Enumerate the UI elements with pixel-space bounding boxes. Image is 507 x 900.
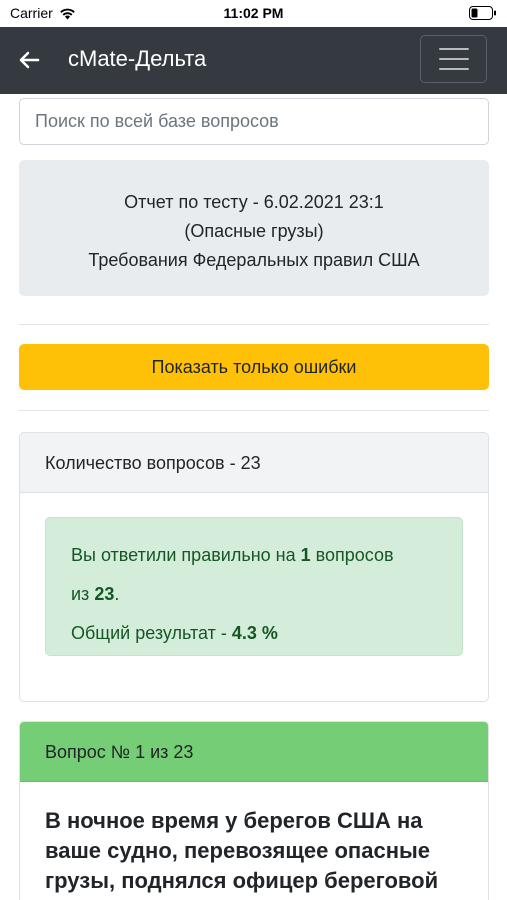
- search-input[interactable]: [19, 98, 489, 145]
- correct-count: 1: [300, 545, 311, 565]
- question-card: Вопрос № 1 из 23 В ночное время у берего…: [19, 721, 489, 900]
- result-alert: Вы ответили правильно на 1 вопросов из 2…: [45, 517, 463, 656]
- report-category: (Опасные грузы): [184, 221, 324, 241]
- question-text: В ночное время у берегов США на ваше суд…: [45, 808, 439, 893]
- battery-icon: [469, 6, 497, 23]
- report-summary-box: Отчет по тесту - 6.02.2021 23:1 (Опасные…: [19, 160, 489, 296]
- clock: 11:02 PM: [223, 5, 284, 21]
- hamburger-menu-button[interactable]: [420, 35, 487, 83]
- menu-line-icon: [438, 48, 469, 50]
- navbar: cMate-Дельта: [0, 27, 507, 94]
- back-arrow-icon[interactable]: [18, 49, 40, 71]
- report-title: Отчет по тесту - 6.02.2021 23:1: [124, 192, 384, 212]
- overall-result-value: 4.3 %: [231, 623, 278, 643]
- status-bar: Carrier 11:02 PM: [0, 0, 507, 27]
- show-errors-only-button[interactable]: Показать только ошибки: [19, 344, 489, 390]
- report-subcategory: Требования Федеральных правил США: [88, 250, 420, 270]
- total-count: 23: [94, 584, 115, 604]
- questions-count-header: Количество вопросов - 23: [20, 433, 488, 493]
- main-content: Отчет по тесту - 6.02.2021 23:1 (Опасные…: [0, 94, 507, 900]
- divider: [19, 410, 489, 411]
- question-number-header: Вопрос № 1 из 23: [20, 722, 488, 782]
- menu-line-icon: [438, 58, 469, 60]
- summary-card: Количество вопросов - 23 Вы ответили пра…: [19, 432, 489, 702]
- menu-line-icon: [438, 68, 469, 70]
- overall-result-line: Общий результат - 4.3 %: [71, 623, 278, 643]
- total-line: из 23.: [71, 584, 120, 604]
- app-title: cMate-Дельта: [68, 46, 207, 71]
- correct-answers-line: Вы ответили правильно на 1 вопросов: [71, 545, 394, 565]
- divider: [19, 324, 489, 325]
